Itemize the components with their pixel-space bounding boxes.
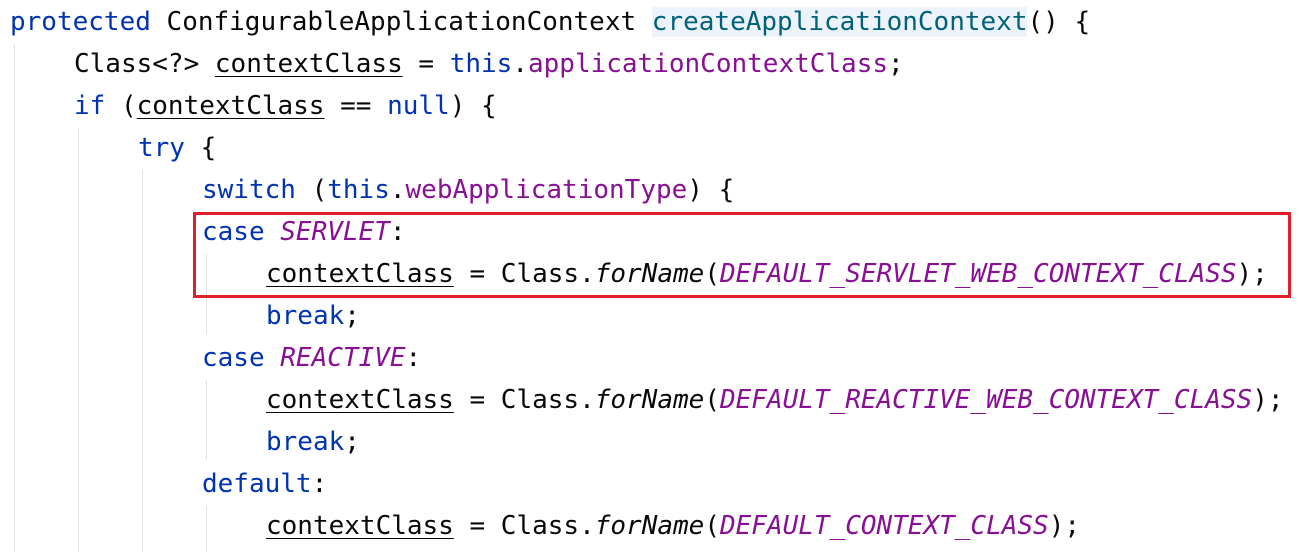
code-token: =: [402, 49, 450, 79]
code-line[interactable]: try {: [138, 127, 216, 169]
code-line[interactable]: case REACTIVE:: [202, 337, 421, 379]
code-line[interactable]: break;: [266, 421, 360, 463]
method-call-token: forName: [594, 385, 705, 415]
code-token: (: [704, 511, 720, 541]
method-call-token: forName: [594, 511, 705, 541]
code-token: () {: [1027, 7, 1091, 37]
code-line[interactable]: default:: [202, 463, 327, 505]
code-token: {: [184, 133, 217, 163]
code-token: (: [105, 91, 137, 121]
indent-guide: [142, 170, 143, 552]
code-token: = Class.: [453, 511, 595, 541]
code-token: );: [1252, 385, 1284, 415]
keyword-token: switch: [202, 175, 296, 205]
field-token: webApplicationType: [405, 175, 688, 205]
code-line[interactable]: switch (this.webApplicationType) {: [202, 169, 734, 211]
variable-token: contextClass: [266, 511, 454, 541]
code-line[interactable]: protected ConfigurableApplicationContext…: [10, 1, 1090, 43]
keyword-token: break: [266, 301, 345, 331]
code-editor[interactable]: protected ConfigurableApplicationContext…: [0, 0, 1301, 552]
code-token: ) {: [449, 91, 497, 121]
code-token: Class<?>: [74, 49, 215, 79]
code-token: ) {: [687, 175, 735, 205]
indent-guide: [206, 380, 207, 460]
code-token: :: [311, 469, 328, 499]
constant-token: DEFAULT_CONTEXT_CLASS: [719, 511, 1049, 541]
keyword-token: this: [449, 49, 513, 79]
variable-token: contextClass: [266, 385, 454, 415]
code-line[interactable]: contextClass = Class.forName(DEFAULT_REA…: [266, 379, 1284, 421]
keyword-token: if: [74, 91, 106, 121]
keyword-token: null: [387, 91, 450, 121]
keyword-token: default: [202, 469, 312, 499]
indent-guide: [78, 128, 79, 552]
keyword-token: break: [266, 427, 345, 457]
code-line[interactable]: break;: [266, 295, 360, 337]
code-line[interactable]: contextClass = Class.forName(DEFAULT_CON…: [266, 505, 1080, 547]
highlight-annotation-box: [193, 212, 1291, 298]
code-line[interactable]: Class<?> contextClass = this.application…: [74, 43, 904, 85]
code-token: ==: [324, 91, 388, 121]
code-token: = Class.: [453, 385, 595, 415]
code-token: ;: [888, 49, 904, 79]
code-token: .: [512, 49, 528, 79]
indent-guide: [14, 44, 15, 552]
keyword-token: try: [138, 133, 185, 163]
code-token: ;: [344, 427, 360, 457]
keyword-token: case: [202, 343, 265, 373]
constant-token: DEFAULT_REACTIVE_WEB_CONTEXT_CLASS: [719, 385, 1253, 415]
code-token: ;: [344, 301, 360, 331]
variable-token: contextClass: [214, 49, 403, 79]
code-token: );: [1048, 511, 1081, 541]
indent-guide: [206, 506, 207, 552]
code-token: .: [389, 175, 406, 205]
code-token: (: [704, 385, 720, 415]
keyword-token: this: [327, 175, 390, 205]
field-token: applicationContextClass: [527, 49, 889, 79]
code-token: ConfigurableApplicationContext: [150, 7, 652, 37]
code-line[interactable]: if (contextClass == null) {: [74, 85, 497, 127]
keyword-token: protected: [10, 7, 151, 37]
code-token: (: [295, 175, 328, 205]
code-token: :: [405, 343, 422, 373]
constant-token: REACTIVE: [280, 343, 406, 373]
method-name-token: createApplicationContext: [651, 7, 1028, 37]
variable-token: contextClass: [136, 91, 325, 121]
